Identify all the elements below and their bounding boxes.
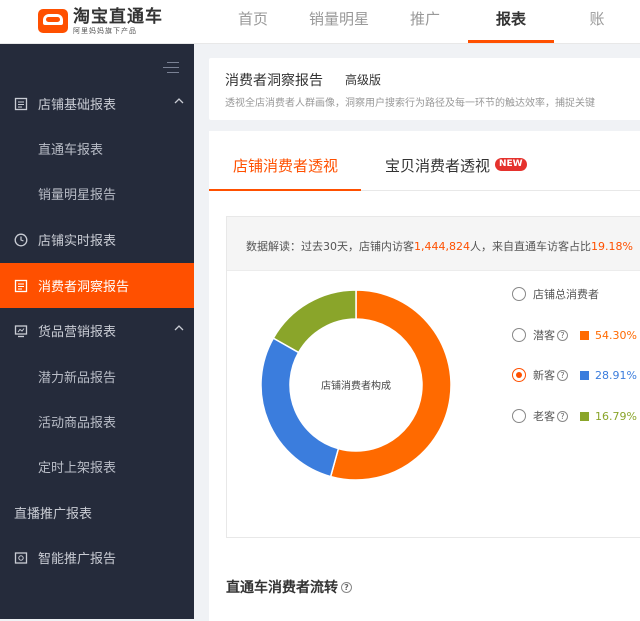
nav-sales-star[interactable]: 销量明星 xyxy=(296,0,382,44)
sidebar-item-label: 智能推广报告 xyxy=(38,552,117,567)
nav-promotion[interactable]: 推广 xyxy=(382,0,468,44)
sidebar-item-label: 店铺实时报表 xyxy=(38,234,117,249)
legend-value: 28.91% xyxy=(595,368,637,382)
tab-store-consumer[interactable]: 店铺消费者透视 xyxy=(233,155,338,176)
legend-new[interactable]: 新客 ? 28.91% xyxy=(512,367,637,383)
page-description: 透视全店消费者人群画像，洞察用户搜索行为路径及每一环节的触达效率，捕捉关键 xyxy=(225,98,595,109)
color-swatch xyxy=(580,411,589,421)
color-swatch xyxy=(580,330,589,340)
sidebar-item-store-basic-reports[interactable]: 店铺基础报表 xyxy=(0,81,194,126)
radio-new[interactable] xyxy=(512,368,526,382)
sidebar-item-label: 店铺基础报表 xyxy=(38,98,117,113)
top-bar: 淘宝直通车 阿里妈妈旗下产品 首页 销量明星 推广 报表 账 xyxy=(0,0,640,44)
document-icon xyxy=(14,279,28,292)
chevron-up-icon xyxy=(174,325,184,331)
report-header: 消费者洞察报告 高级版 透视全店消费者人群画像，洞察用户搜索行为路径及每一环节的… xyxy=(209,58,640,120)
sidebar-item-label: 消费者洞察报告 xyxy=(38,280,130,295)
sidebar-item-consumer-insight[interactable]: 消费者洞察报告 xyxy=(0,263,194,308)
logo-title: 淘宝直通车 xyxy=(73,6,163,27)
legend-potential[interactable]: 潜客 ? 54.30% xyxy=(512,327,637,343)
sidebar-item-label: 活动商品报表 xyxy=(38,416,117,431)
radio-returning[interactable] xyxy=(512,409,526,423)
color-swatch xyxy=(580,370,589,380)
help-icon[interactable]: ? xyxy=(341,581,352,593)
main-nav: 首页 销量明星 推广 报表 账 xyxy=(210,0,640,44)
report-card: 店铺消费者透视 宝贝消费者透视 NEW 数据解读：过去30天，店铺内访客1,44… xyxy=(209,131,640,621)
legend-label: 潜客 xyxy=(533,329,555,342)
nav-reports[interactable]: 报表 xyxy=(468,0,554,44)
tab-bar: 店铺消费者透视 宝贝消费者透视 NEW xyxy=(209,131,640,191)
main-content: 消费者洞察报告 高级版 透视全店消费者人群画像，洞察用户搜索行为路径及每一环节的… xyxy=(194,44,640,621)
logo-subtitle: 阿里妈妈旗下产品 xyxy=(73,26,137,35)
sidebar-item-scheduled-listing[interactable]: 定时上架报表 xyxy=(0,444,194,489)
edition-badge: 高级版 xyxy=(345,73,382,87)
sidebar-item-realtime-report[interactable]: 店铺实时报表 xyxy=(0,217,194,262)
radio-total[interactable] xyxy=(512,287,526,301)
tab-item-consumer[interactable]: 宝贝消费者透视 xyxy=(385,155,490,176)
consumer-composition-donut[interactable]: 店铺消费者构成 xyxy=(260,289,452,481)
logo[interactable]: 淘宝直通车 阿里妈妈旗下产品 xyxy=(38,4,163,38)
legend-label: 新客 xyxy=(533,369,555,382)
collapse-menu-icon[interactable] xyxy=(163,62,179,74)
new-badge: NEW xyxy=(495,158,527,171)
ztc-share: 19.18% xyxy=(590,240,633,253)
legend-label: 老客 xyxy=(533,410,555,423)
insight-text: 数据解读：过去30天，店铺内访客1,444,824人，来自直通车访客占比19.1… xyxy=(246,240,633,253)
sidebar: 店铺基础报表 直通车报表 销量明星报告 店铺实时报表 消费者洞察报告 货品营销报… xyxy=(0,44,194,619)
help-icon[interactable]: ? xyxy=(557,369,568,381)
sidebar-item-label: 销量明星报告 xyxy=(38,188,117,203)
sidebar-item-label: 直通车报表 xyxy=(38,143,104,158)
sidebar-item-label: 货品营销报表 xyxy=(38,325,117,340)
car-logo-icon xyxy=(38,9,68,33)
box-icon xyxy=(14,551,28,564)
nav-home[interactable]: 首页 xyxy=(210,0,296,44)
nav-account[interactable]: 账 xyxy=(554,0,640,44)
sidebar-item-label: 定时上架报表 xyxy=(38,461,117,476)
sidebar-item-potential-new[interactable]: 潜力新品报告 xyxy=(0,354,194,399)
sidebar-item-live-promotion[interactable]: 直播推广报表 xyxy=(0,490,194,535)
document-icon xyxy=(14,97,28,110)
chevron-up-icon xyxy=(174,98,184,104)
donut-slice-new[interactable] xyxy=(260,337,340,478)
help-icon[interactable]: ? xyxy=(557,410,568,422)
legend-total-label: 店铺总消费者 xyxy=(533,288,599,301)
sidebar-item-label: 潜力新品报告 xyxy=(38,371,117,386)
donut-slice-returning[interactable] xyxy=(272,289,357,354)
visitor-count: 1,444,824 xyxy=(414,240,470,253)
clock-icon xyxy=(14,233,28,246)
sidebar-item-smart-promotion[interactable]: 智能推广报告 xyxy=(0,535,194,580)
monitor-icon xyxy=(14,324,28,337)
legend-total[interactable]: 店铺总消费者 xyxy=(512,286,599,302)
active-tab-indicator xyxy=(209,189,361,191)
legend-returning[interactable]: 老客 ? 16.79% xyxy=(512,408,637,424)
sidebar-item-activity-goods[interactable]: 活动商品报表 xyxy=(0,399,194,444)
sidebar-item-goods-marketing[interactable]: 货品营销报表 xyxy=(0,308,194,353)
sidebar-item-label: 直播推广报表 xyxy=(14,507,93,522)
legend-value: 16.79% xyxy=(595,409,637,423)
donut-center-label: 店铺消费者构成 xyxy=(321,379,391,392)
page-title: 消费者洞察报告 xyxy=(225,73,323,89)
insight-banner: 数据解读：过去30天，店铺内访客1,444,824人，来自直通车访客占比19.1… xyxy=(227,217,640,271)
legend-value: 54.30% xyxy=(595,328,637,342)
help-icon[interactable]: ? xyxy=(557,329,568,341)
radio-potential[interactable] xyxy=(512,328,526,342)
sidebar-item-ztc-report[interactable]: 直通车报表 xyxy=(0,126,194,171)
sidebar-item-sales-star-report[interactable]: 销量明星报告 xyxy=(0,171,194,216)
composition-panel: 数据解读：过去30天，店铺内访客1,444,824人，来自直通车访客占比19.1… xyxy=(226,216,640,538)
section-title: 直通车消费者流转 ? xyxy=(226,577,352,597)
